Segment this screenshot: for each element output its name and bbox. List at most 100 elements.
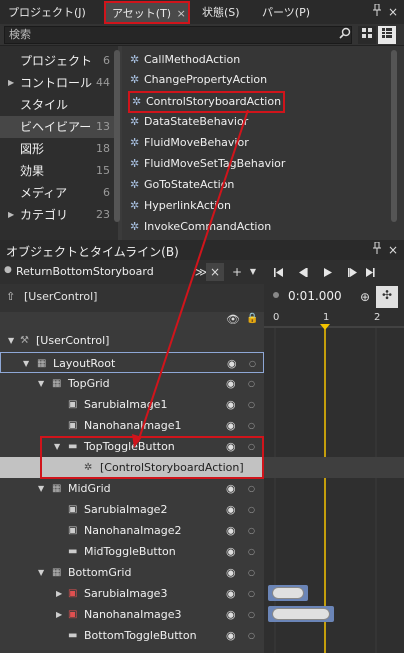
snapping-icon[interactable]: ✣	[376, 286, 398, 308]
search-icon[interactable]	[336, 26, 354, 44]
asset-item[interactable]: ✲ FluidMoveSetTagBehavior	[130, 154, 285, 174]
image-icon: ▣	[68, 399, 78, 410]
category-item-shapes[interactable]: 図形 18	[0, 138, 114, 160]
category-item-media[interactable]: メディア 6	[0, 182, 114, 204]
category-item-categories[interactable]: ▶ カテゴリ 23	[0, 204, 114, 226]
expand-arrow-icon[interactable]: ▼	[23, 353, 29, 374]
tree-row-layoutroot[interactable]: ▼ ▦ LayoutRoot ◉ ○	[0, 352, 264, 373]
chevron-down-icon[interactable]: ▼	[244, 263, 262, 281]
tab-assets[interactable]: アセット(T) ×	[104, 1, 190, 24]
eye-icon[interactable]: ◉	[226, 394, 236, 415]
lock-dot-icon[interactable]: ○	[248, 520, 255, 541]
tree-row-sarubiaimage1[interactable]: ▣ SarubiaImage1 ◉ ○	[0, 394, 264, 415]
lock-all-icon[interactable]: 🔒	[246, 313, 258, 324]
tree-row-nanohanaimage1[interactable]: ▣ NanohanaImage1 ◉ ○	[0, 415, 264, 436]
asset-item[interactable]: ✲ GoToStateAction	[130, 175, 234, 195]
lock-dot-icon[interactable]: ○	[248, 541, 255, 562]
expand-arrow-icon[interactable]: ▶	[8, 72, 14, 94]
list-view-icon[interactable]	[378, 26, 396, 44]
eye-icon[interactable]: ◉	[226, 499, 236, 520]
tree-row-midgrid[interactable]: ▼ ▦ MidGrid ◉ ○	[0, 478, 264, 499]
asset-scrollbar[interactable]	[391, 50, 397, 222]
asset-item[interactable]: ✲ HyperlinkAction	[130, 196, 231, 216]
tree-row-nanohanaimage3[interactable]: ▶ ▣ NanohanaImage3 ◉ ○	[0, 604, 264, 625]
asset-item[interactable]: ✲ CallMethodAction	[130, 50, 240, 70]
category-item-controls[interactable]: ▶ コントロール 44	[0, 72, 114, 94]
close-icon[interactable]: ×	[384, 241, 402, 259]
button-icon: ▬	[68, 630, 78, 641]
expand-arrow-icon[interactable]: ▶	[56, 604, 62, 625]
category-item-project[interactable]: プロジェクト 6	[0, 50, 114, 72]
visibility-all-icon[interactable]: 👁	[226, 313, 240, 326]
grid-view-icon[interactable]	[358, 26, 376, 44]
eye-icon[interactable]: ◉	[226, 625, 236, 646]
lock-dot-icon[interactable]: ○	[248, 394, 255, 415]
tree-row-midtogglebutton[interactable]: ▬ MidToggleButton ◉ ○	[0, 541, 264, 562]
eye-icon[interactable]: ◉	[226, 562, 236, 583]
lock-dot-icon[interactable]: ○	[248, 415, 255, 436]
tree-label: BottomToggleButton	[84, 629, 197, 642]
lock-dot-icon[interactable]: ○	[248, 562, 255, 583]
lock-dot-icon[interactable]: ○	[248, 625, 255, 646]
eye-icon[interactable]: ◉	[226, 604, 236, 625]
asset-label: ChangePropertyAction	[144, 73, 268, 86]
asset-item[interactable]: ✲ DataStateBehavior	[130, 112, 248, 132]
eye-icon[interactable]: ◉	[226, 520, 236, 541]
eye-icon[interactable]: ◉	[226, 373, 236, 394]
expand-arrow-icon[interactable]: ▶	[56, 583, 62, 604]
lock-dot-icon[interactable]: ○	[248, 583, 255, 604]
category-item-behaviors[interactable]: ビヘイビアー 13	[0, 116, 114, 138]
asset-item[interactable]: ✲ FluidMoveBehavior	[130, 133, 249, 153]
close-storyboard-icon[interactable]: ×	[206, 263, 224, 281]
time-readout[interactable]: 0:01.000	[288, 289, 342, 303]
expand-arrow-icon[interactable]: ▼	[8, 330, 14, 351]
ruler-tick-label: 2	[374, 312, 381, 323]
tree-label: SarubiaImage3	[84, 587, 168, 600]
close-icon[interactable]: ×	[384, 3, 402, 21]
asset-item-control-storyboard-action[interactable]: ✲ ControlStoryboardAction	[128, 91, 286, 113]
category-item-effects[interactable]: 効果 15	[0, 160, 114, 182]
asset-item[interactable]: ✲ ChangePropertyAction	[130, 70, 267, 90]
tree-row-sarubiaimage3[interactable]: ▶ ▣ SarubiaImage3 ◉ ○	[0, 583, 264, 604]
eye-icon[interactable]: ◉	[226, 415, 236, 436]
tab-project[interactable]: プロジェクト(J)	[2, 2, 92, 24]
asset-label: CallMethodAction	[144, 53, 241, 66]
tree-row-sarubiaimage2[interactable]: ▣ SarubiaImage2 ◉ ○	[0, 499, 264, 520]
lock-dot-icon[interactable]: ○	[248, 373, 255, 394]
category-count: 23	[96, 208, 110, 221]
eye-icon[interactable]: ◉	[227, 353, 237, 374]
storyboard-name[interactable]: ReturnBottomStoryboard	[16, 264, 202, 280]
tab-parts[interactable]: パーツ(P)	[256, 2, 316, 24]
eye-icon[interactable]: ◉	[226, 583, 236, 604]
asset-label: InvokeCommandAction	[144, 220, 272, 233]
expand-arrow-icon[interactable]: ▼	[38, 478, 44, 499]
category-scrollbar[interactable]	[114, 50, 120, 222]
record-keyframe-icon[interactable]: ⊕	[356, 288, 374, 306]
keyframe-bar[interactable]	[272, 608, 330, 620]
keyframe-bar[interactable]	[272, 587, 304, 599]
category-item-styles[interactable]: スタイル	[0, 94, 114, 116]
tree-row-usercontrol[interactable]: ▼ ⚒ [UserControl]	[0, 330, 264, 351]
expand-arrow-icon[interactable]: ▶	[8, 204, 14, 226]
expand-arrow-icon[interactable]: ▼	[38, 373, 44, 394]
lock-dot-icon[interactable]: ○	[248, 604, 255, 625]
lock-dot-icon[interactable]: ○	[248, 478, 255, 499]
eye-icon[interactable]: ◉	[226, 478, 236, 499]
tree-label: LayoutRoot	[53, 357, 116, 370]
scope-up-icon[interactable]: ⇧	[6, 290, 15, 303]
expand-arrow-icon[interactable]: ▼	[38, 562, 44, 583]
lock-dot-icon[interactable]: ○	[248, 499, 255, 520]
tree-row-nanohanaimage2[interactable]: ▣ NanohanaImage2 ◉ ○	[0, 520, 264, 541]
tree-row-bottomtogglebutton[interactable]: ▬ BottomToggleButton ◉ ○	[0, 625, 264, 646]
lock-dot-icon[interactable]: ○	[249, 353, 256, 374]
tree-row-topgrid[interactable]: ▼ ▦ TopGrid ◉ ○	[0, 373, 264, 394]
asset-item[interactable]: ✲ InvokeCommandAction	[130, 217, 271, 237]
search-input[interactable]: 検索	[4, 26, 352, 44]
image-icon: ▣	[68, 525, 78, 536]
close-icon[interactable]: ×	[177, 7, 186, 20]
tab-states[interactable]: 状態(S)	[196, 2, 246, 24]
behavior-icon: ✲	[132, 95, 142, 108]
button-icon: ▬	[68, 546, 78, 557]
eye-icon[interactable]: ◉	[226, 541, 236, 562]
tree-row-bottomgrid[interactable]: ▼ ▦ BottomGrid ◉ ○	[0, 562, 264, 583]
